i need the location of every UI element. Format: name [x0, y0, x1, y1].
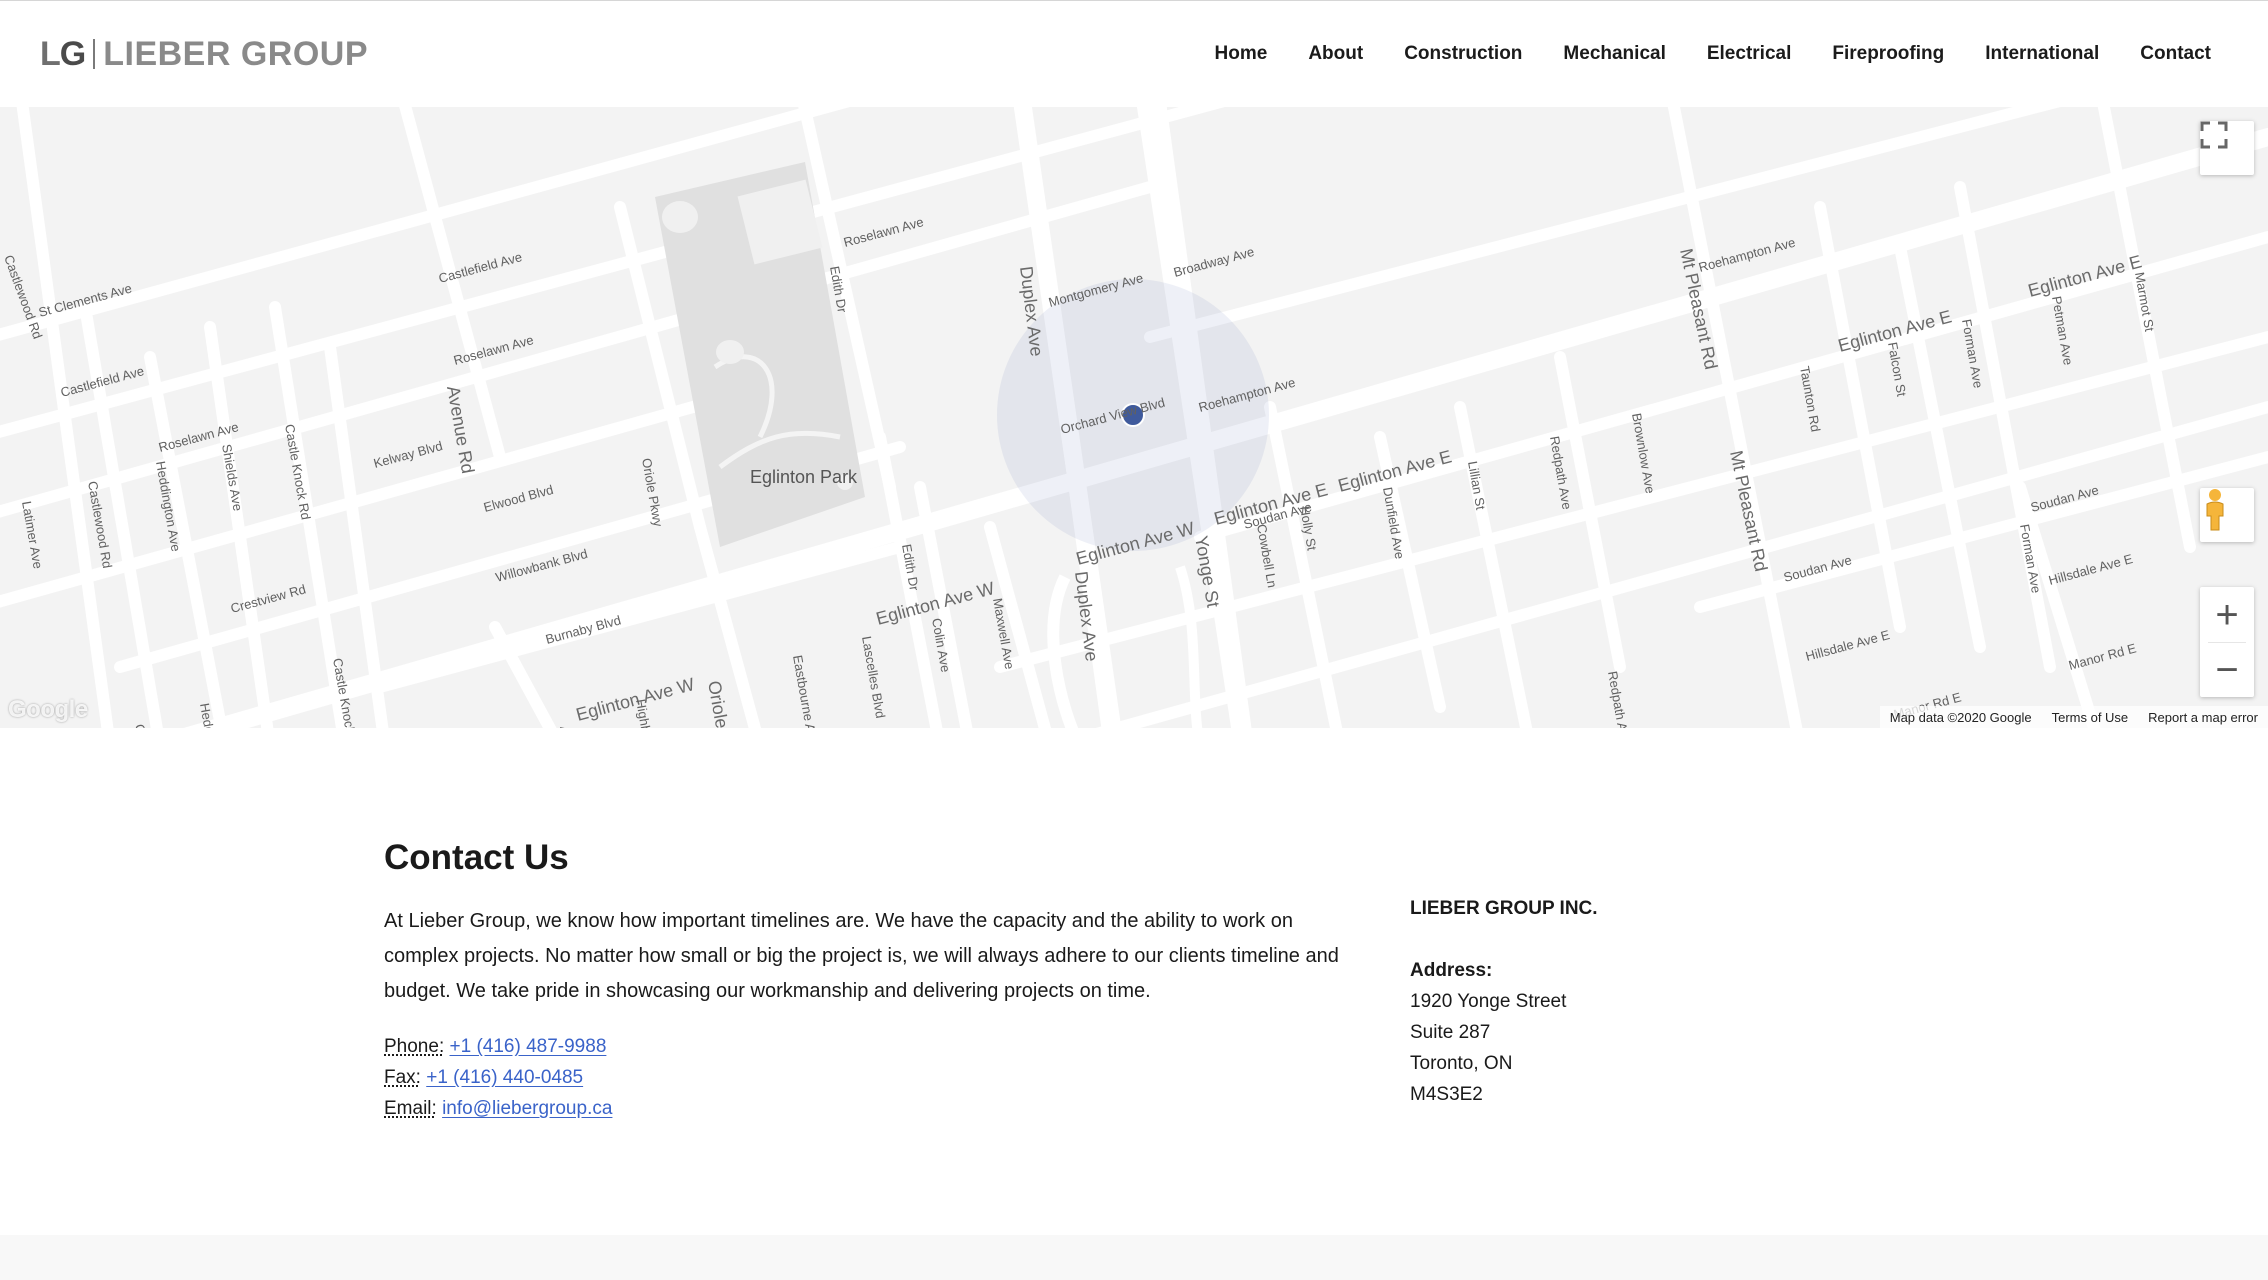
- zoom-divider: [2208, 642, 2246, 643]
- main-nav: Home About Construction Mechanical Elect…: [1174, 39, 2211, 69]
- address-label: Address:: [1410, 960, 1493, 981]
- google-logo: Google: [8, 696, 88, 723]
- address-line-2: Suite 287: [1410, 1022, 1491, 1043]
- map-attribution-bar: Map data ©2020 Google Terms of Use Repor…: [1879, 706, 2268, 728]
- fullscreen-icon: [2200, 121, 2228, 149]
- pegman-icon: [2206, 489, 2224, 531]
- address-line-3: Toronto, ON: [1410, 1053, 1513, 1074]
- logo[interactable]: LG LIEBER GROUP: [40, 34, 369, 74]
- contact-intro: At Lieber Group, we know how important t…: [384, 910, 1339, 1002]
- address-line-4: M4S3E2: [1410, 1084, 1483, 1105]
- fax-label: Fax:: [384, 1067, 421, 1088]
- contact-details: Phone: +1 (416) 487-9988 Fax: +1 (416) 4…: [384, 1031, 612, 1124]
- page-title: Contact Us: [384, 838, 569, 877]
- nav-electrical[interactable]: Electrical: [1707, 39, 1792, 69]
- map-canvas: Castlefield Ave Castlefield Ave St Cleme…: [0, 107, 2268, 728]
- company-name: LIEBER GROUP INC.: [1410, 898, 1598, 919]
- nav-home[interactable]: Home: [1215, 39, 1268, 69]
- street-view-pegman[interactable]: [2200, 488, 2254, 542]
- zoom-control: + −: [2200, 587, 2254, 697]
- email-row: Email: info@liebergroup.ca: [384, 1093, 612, 1124]
- fax-row: Fax: +1 (416) 440-0485: [384, 1062, 612, 1093]
- phone-link[interactable]: +1 (416) 487-9988: [450, 1036, 607, 1057]
- nav-construction[interactable]: Construction: [1404, 39, 1522, 69]
- nav-international[interactable]: International: [1985, 39, 2099, 69]
- nav-mechanical[interactable]: Mechanical: [1563, 39, 1665, 69]
- email-link[interactable]: info@liebergroup.ca: [442, 1098, 612, 1119]
- address-line-1: 1920 Yonge Street: [1410, 991, 1567, 1012]
- map-data-attribution: Map data ©2020 Google: [1889, 709, 2032, 725]
- phone-label: Phone:: [384, 1036, 445, 1057]
- company-info: LIEBER GROUP INC. Address: 1920 Yonge St…: [1410, 893, 1598, 1110]
- email-label: Email:: [384, 1098, 437, 1119]
- logo-mark-g: G: [59, 34, 87, 73]
- zoom-in-button[interactable]: +: [2200, 587, 2254, 642]
- zoom-out-button[interactable]: −: [2200, 642, 2254, 697]
- logo-text: LIEBER GROUP: [103, 34, 369, 73]
- footer-band: [0, 1235, 2268, 1280]
- nav-about[interactable]: About: [1308, 39, 1363, 69]
- logo-mark-l: L: [40, 34, 61, 73]
- logo-divider: [93, 39, 96, 69]
- site-header: LG LIEBER GROUP Home About Construction …: [0, 1, 2268, 107]
- fullscreen-button[interactable]: [2200, 121, 2254, 175]
- fax-link[interactable]: +1 (416) 440-0485: [426, 1067, 583, 1088]
- svg-text:Eglinton Park: Eglinton Park: [750, 467, 858, 487]
- nav-fireproofing[interactable]: Fireproofing: [1832, 39, 1944, 69]
- google-map[interactable]: Castlefield Ave Castlefield Ave St Cleme…: [0, 107, 2268, 728]
- logo-mark: LG: [40, 34, 87, 74]
- terms-of-use-link[interactable]: Terms of Use: [2042, 710, 2139, 725]
- report-map-error-link[interactable]: Report a map error: [2138, 710, 2268, 725]
- nav-contact[interactable]: Contact: [2140, 39, 2211, 69]
- phone-row: Phone: +1 (416) 487-9988: [384, 1031, 612, 1062]
